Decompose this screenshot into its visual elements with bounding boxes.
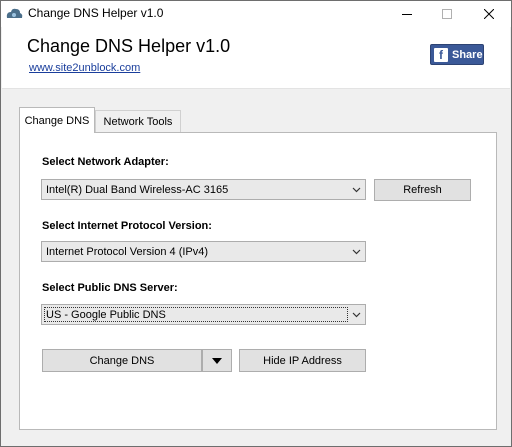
protocol-version-select[interactable]: Internet Protocol Version 4 (IPv4): [41, 241, 366, 262]
protocol-version-value: Internet Protocol Version 4 (IPv4): [46, 245, 209, 258]
share-label: Share: [452, 48, 483, 61]
protocol-version-label: Select Internet Protocol Version:: [42, 220, 212, 232]
chevron-down-icon: [352, 187, 361, 193]
facebook-share-button[interactable]: f Share: [430, 44, 484, 65]
change-dns-dropdown-button[interactable]: [202, 349, 232, 372]
facebook-icon: f: [434, 47, 448, 62]
tab-network-tools[interactable]: Network Tools: [95, 110, 181, 132]
tab-panel: [19, 132, 497, 430]
app-heading: Change DNS Helper v1.0: [27, 36, 231, 56]
title-bar[interactable]: Change DNS Helper v1.0: [1, 1, 511, 27]
minimize-button[interactable]: [387, 1, 427, 27]
close-icon: [484, 9, 494, 19]
website-link[interactable]: www.site2unblock.com: [29, 62, 140, 74]
refresh-button[interactable]: Refresh: [374, 179, 471, 201]
network-adapter-label: Select Network Adapter:: [42, 156, 169, 168]
change-dns-button[interactable]: Change DNS: [42, 349, 202, 372]
chevron-down-icon: [352, 249, 361, 255]
maximize-icon: [442, 9, 452, 19]
focus-outline: [44, 307, 348, 322]
dns-server-select[interactable]: US - Google Public DNS: [41, 304, 366, 325]
header-banner: Change DNS Helper v1.0 www.site2unblock.…: [2, 27, 510, 89]
dns-server-label: Select Public DNS Server:: [42, 282, 178, 294]
network-adapter-select[interactable]: Intel(R) Dual Band Wireless-AC 3165: [41, 179, 366, 200]
window-title: Change DNS Helper v1.0: [28, 6, 164, 20]
minimize-icon: [402, 14, 412, 15]
close-button[interactable]: [469, 1, 509, 27]
chevron-down-icon: [352, 312, 361, 318]
tab-change-dns[interactable]: Change DNS: [19, 107, 95, 133]
caret-down-icon: [212, 357, 222, 364]
app-window: Change DNS Helper v1.0 Change DNS Helper…: [0, 0, 512, 447]
app-icon: [6, 8, 23, 18]
hide-ip-button[interactable]: Hide IP Address: [239, 349, 366, 372]
network-adapter-value: Intel(R) Dual Band Wireless-AC 3165: [46, 183, 229, 196]
maximize-button[interactable]: [427, 1, 467, 27]
